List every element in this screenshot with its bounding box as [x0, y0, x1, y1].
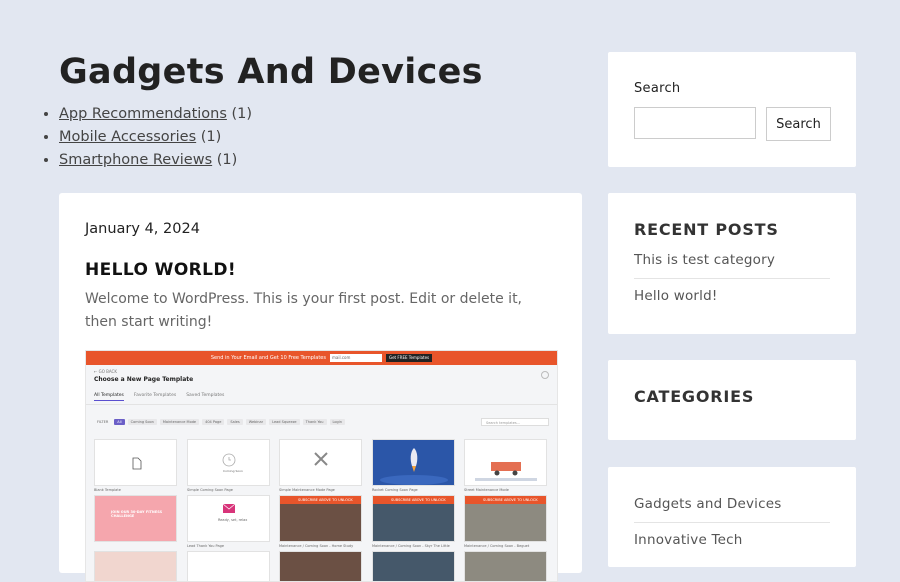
- image-thumb-home-study: SUBSCRIBE ABOVE TO UNLOCK: [279, 495, 362, 542]
- search-button[interactable]: Search: [766, 107, 831, 141]
- image-modal-title: Choose a New Page Template: [94, 376, 194, 383]
- subcategory-link-smartphone-reviews[interactable]: Smartphone Reviews: [59, 152, 212, 168]
- image-thumb-label: Simple Coming Soon Page: [187, 488, 233, 492]
- image-thumb-rocket: [372, 439, 455, 486]
- image-thumb-label: Rocket Coming Soon Page: [372, 488, 418, 492]
- image-thumb-blank: [94, 439, 177, 486]
- image-filter: Login: [329, 419, 345, 425]
- recent-posts-title: RECENT POSTS: [634, 220, 779, 239]
- image-promo-field: mail.com: [329, 354, 382, 362]
- image-thumb-text: SUBSCRIBE ABOVE TO UNLOCK: [391, 498, 446, 502]
- image-tab: All Templates: [94, 393, 124, 401]
- categories-list: Gadgets and Devices Innovative Tech: [634, 487, 830, 558]
- image-filter: FILTER: [97, 420, 109, 424]
- post-excerpt: Welcome to WordPress. This is your first…: [85, 291, 523, 330]
- image-filter: 404 Page: [202, 419, 225, 425]
- image-divider: [86, 404, 557, 405]
- image-thumb-thank-you: Ready, set, relax: [187, 495, 270, 542]
- search-label: Search: [634, 81, 681, 96]
- image-thumb-text: JOIN OUR 30-DAY FITNESS CHALLENGE: [111, 510, 163, 518]
- subcategory-item: App Recommendations (1): [59, 103, 252, 126]
- post-featured-image[interactable]: Send in Your Email and Get 10 Free Templ…: [85, 350, 558, 582]
- search-input[interactable]: [634, 107, 756, 139]
- image-thumb-skyr: SUBSCRIBE ABOVE TO UNLOCK: [372, 495, 455, 542]
- image-thumb-label: Street Maintenance Mode: [464, 488, 509, 492]
- image-thumb-label: Lead Thank You Page: [187, 544, 224, 548]
- subcategory-item: Mobile Accessories (1): [59, 126, 252, 149]
- subcategory-count: (1): [231, 106, 253, 122]
- image-thumb-partial: [279, 551, 362, 581]
- image-thumb-partial: [372, 551, 455, 581]
- image-tab: Saved Templates: [186, 393, 225, 398]
- subcategory-count: (1): [200, 129, 222, 145]
- subcategory-list: App Recommendations (1) Mobile Accessori…: [47, 103, 252, 172]
- subcategory-link-app-recommendations[interactable]: App Recommendations: [59, 106, 227, 122]
- categories-list-widget: Gadgets and Devices Innovative Tech: [608, 467, 856, 567]
- image-thumb-street: [464, 439, 547, 486]
- subcategory-item: Smartphone Reviews (1): [59, 149, 252, 172]
- image-thumb-label: Simple Maintenance Mode Page: [279, 488, 335, 492]
- recent-post-link[interactable]: This is test category: [634, 243, 830, 279]
- image-back-link: ← GO BACK: [94, 369, 117, 374]
- image-filter: Coming Soon: [127, 419, 157, 425]
- image-promo-bar: Send in Your Email and Get 10 Free Templ…: [86, 351, 557, 365]
- image-tab: Favorite Templates: [133, 393, 177, 398]
- image-thumb-coming-soon: Coming Soon: [187, 439, 270, 486]
- image-filter: Thank You: [302, 419, 327, 425]
- image-thumb-text: Coming Soon: [223, 469, 243, 473]
- subcategory-link-mobile-accessories[interactable]: Mobile Accessories: [59, 129, 196, 145]
- recent-post-link[interactable]: Hello world!: [634, 279, 830, 314]
- image-filter: Lead Squeeze: [269, 419, 300, 425]
- categories-widget: CATEGORIES: [608, 360, 856, 440]
- image-thumb-label: Maintenance / Coming Soon - Skyr The Lit…: [372, 544, 450, 548]
- tools-icon: [314, 452, 328, 466]
- image-thumb-label: Maintenance / Coming Soon - Beguet: [464, 544, 530, 548]
- image-thumb-beguet: SUBSCRIBE ABOVE TO UNLOCK: [464, 495, 547, 542]
- image-tabs: All Templates Favorite Templates Saved T…: [94, 393, 224, 401]
- image-promo-button: Get FREE Templates: [385, 354, 433, 362]
- image-thumb-label: Blank Template: [94, 488, 121, 492]
- category-link[interactable]: Gadgets and Devices: [634, 487, 830, 523]
- clock-icon: [222, 453, 236, 467]
- post-date: January 4, 2024: [85, 221, 200, 237]
- image-thumb-partial: [464, 551, 547, 581]
- post-title[interactable]: HELLO WORLD!: [85, 260, 236, 280]
- image-thumb-maintenance: [279, 439, 362, 486]
- image-thumb-text: Ready, set, relax: [218, 518, 248, 522]
- image-filter: Webinar: [245, 419, 267, 425]
- image-thumb-text: SUBSCRIBE ABOVE TO UNLOCK: [483, 498, 538, 502]
- image-filter: Sales: [227, 419, 243, 425]
- image-search-field: Search templates...: [481, 418, 549, 426]
- recent-posts-widget: RECENT POSTS This is test category Hello…: [608, 193, 856, 334]
- image-filter: Maintenance Mode: [159, 419, 200, 425]
- archive-title: Gadgets And Devices: [59, 52, 483, 92]
- search-widget: Search Search: [608, 52, 856, 167]
- post-card: January 4, 2024 HELLO WORLD! Welcome to …: [59, 193, 582, 582]
- image-thumb-partial: [187, 551, 270, 581]
- subcategory-count: (1): [216, 152, 238, 168]
- document-icon: [132, 457, 142, 470]
- category-link[interactable]: Innovative Tech: [634, 523, 830, 558]
- image-promo-text: Send in Your Email and Get 10 Free Templ…: [210, 355, 326, 361]
- image-thumb-fitness: JOIN OUR 30-DAY FITNESS CHALLENGE: [94, 495, 177, 542]
- rocket-icon: [380, 448, 448, 485]
- image-thumb-text: SUBSCRIBE ABOVE TO UNLOCK: [298, 498, 353, 502]
- truck-icon: [475, 462, 537, 481]
- recent-posts-list: This is test category Hello world!: [634, 243, 830, 314]
- image-filter: All: [114, 419, 125, 425]
- image-thumb-label: Maintenance / Coming Soon - Home Study: [279, 544, 354, 548]
- image-close-icon: [541, 371, 549, 379]
- image-thumb-partial: [94, 551, 177, 581]
- image-filters: FILTER All Coming Soon Maintenance Mode …: [94, 419, 345, 425]
- categories-title: CATEGORIES: [634, 387, 755, 406]
